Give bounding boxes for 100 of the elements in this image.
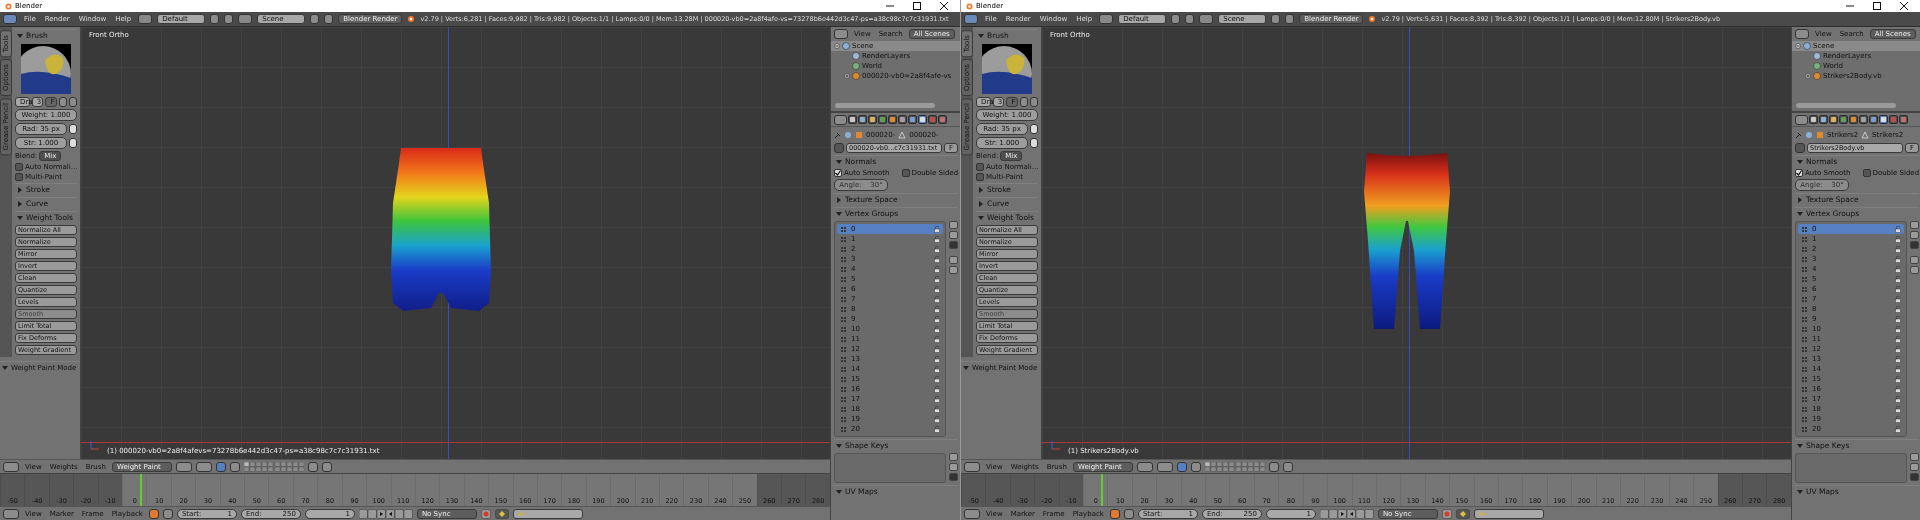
collapsed-triangle-icon[interactable]	[978, 186, 984, 193]
shading-button[interactable]	[175, 461, 192, 472]
properties-tab[interactable]	[898, 115, 907, 124]
collapsed-triangle-icon[interactable]	[1797, 196, 1803, 203]
preview-range-button[interactable]	[148, 508, 159, 519]
expanded-triangle-icon[interactable]	[836, 210, 842, 217]
properties-tab[interactable]	[848, 115, 857, 124]
lock-icon[interactable]	[934, 345, 940, 353]
checkbox[interactable]	[15, 163, 23, 171]
lock-icon[interactable]	[934, 315, 940, 323]
collapsed-triangle-icon[interactable]	[836, 196, 842, 203]
mesh-browse-button[interactable]	[1795, 143, 1805, 153]
properties-tab[interactable]	[1829, 115, 1838, 124]
pin-icon[interactable]	[1795, 131, 1802, 139]
add-button[interactable]	[1020, 97, 1028, 107]
lock-button[interactable]	[1268, 461, 1279, 472]
expanded-triangle-icon[interactable]	[978, 214, 984, 221]
checkbox[interactable]	[15, 173, 23, 181]
collapse-icon[interactable]	[834, 43, 840, 49]
lock-button[interactable]	[162, 508, 173, 519]
lock-icon[interactable]	[1895, 335, 1901, 343]
record-icon[interactable]	[1441, 508, 1452, 519]
checkbox[interactable]	[976, 173, 984, 181]
pivot-button[interactable]	[195, 461, 212, 472]
editor-type-button[interactable]	[834, 114, 847, 125]
current-frame-line[interactable]	[139, 474, 142, 506]
lock-icon[interactable]	[1895, 235, 1901, 243]
add-button[interactable]	[949, 221, 958, 229]
lock-icon[interactable]	[934, 355, 940, 363]
expanded-triangle-icon[interactable]	[2, 364, 8, 371]
lock-icon[interactable]	[934, 375, 940, 383]
lock-icon[interactable]	[934, 265, 940, 273]
menu-button[interactable]	[949, 241, 958, 249]
expanded-triangle-icon[interactable]	[978, 32, 984, 39]
lock-icon[interactable]	[934, 325, 940, 333]
editor-type-button[interactable]	[834, 29, 848, 39]
remove-button[interactable]	[1285, 14, 1295, 24]
properties-tab[interactable]	[908, 115, 917, 124]
lock-button[interactable]	[1123, 508, 1134, 519]
lock-icon[interactable]	[1895, 355, 1901, 363]
lock-icon[interactable]	[1895, 415, 1901, 423]
move-down-button[interactable]	[1910, 266, 1919, 274]
menu-button[interactable]	[1910, 241, 1919, 249]
lock-icon[interactable]	[934, 365, 940, 373]
expanded-triangle-icon[interactable]	[1797, 488, 1803, 495]
properties-tab[interactable]	[888, 115, 897, 124]
expanded-triangle-icon[interactable]	[17, 32, 23, 39]
checkbox[interactable]	[976, 163, 984, 171]
lock-icon[interactable]	[934, 395, 940, 403]
checkbox[interactable]	[834, 169, 842, 177]
lock-icon[interactable]	[934, 245, 940, 253]
playback-controls-icon[interactable]	[1319, 508, 1374, 519]
lock-icon[interactable]	[934, 385, 940, 393]
expanded-triangle-icon[interactable]	[17, 214, 23, 221]
mesh-browse-button[interactable]	[834, 143, 844, 153]
lock-icon[interactable]	[934, 405, 940, 413]
scene-icon[interactable]	[1199, 14, 1214, 24]
pin-icon[interactable]	[834, 131, 841, 139]
lock-icon[interactable]	[934, 275, 940, 283]
expanded-triangle-icon[interactable]	[1797, 158, 1803, 165]
properties-tab[interactable]	[1859, 115, 1868, 124]
layer-grid-icon[interactable]	[1204, 461, 1265, 472]
playback-controls-icon[interactable]	[358, 508, 413, 519]
remove-button[interactable]	[224, 14, 234, 24]
editor-type-button[interactable]	[1795, 29, 1809, 39]
lock-button[interactable]	[307, 461, 318, 472]
expanded-triangle-icon[interactable]	[1797, 210, 1803, 217]
properties-tab[interactable]	[1809, 115, 1818, 124]
properties-tab[interactable]	[868, 115, 877, 124]
editor-type-button[interactable]	[3, 14, 17, 24]
layout-icon[interactable]	[1099, 14, 1114, 24]
collapsed-triangle-icon[interactable]	[978, 200, 984, 207]
editor-type-button[interactable]	[3, 461, 19, 472]
lock-icon[interactable]	[1895, 315, 1901, 323]
properties-tab[interactable]	[858, 115, 867, 124]
lock-icon[interactable]	[1895, 325, 1901, 333]
collapsed-triangle-icon[interactable]	[17, 200, 23, 207]
scene-icon[interactable]	[238, 14, 253, 24]
lock-icon[interactable]	[1895, 265, 1901, 273]
expanded-triangle-icon[interactable]	[963, 364, 969, 371]
lock-icon[interactable]	[1895, 345, 1901, 353]
lock-icon[interactable]	[1895, 285, 1901, 293]
lock-icon[interactable]	[934, 415, 940, 423]
record-icon[interactable]	[480, 508, 491, 519]
preview-range-button[interactable]	[1109, 508, 1120, 519]
expanded-triangle-icon[interactable]	[836, 158, 842, 165]
add-button[interactable]	[210, 14, 220, 24]
keying-set-field[interactable]	[512, 508, 583, 519]
expanded-triangle-icon[interactable]	[1797, 442, 1803, 449]
expanded-triangle-icon[interactable]	[836, 488, 842, 495]
lock-icon[interactable]	[934, 235, 940, 243]
editor-type-button[interactable]	[3, 508, 19, 519]
collapse-icon[interactable]	[1795, 43, 1801, 49]
lock-icon[interactable]	[1895, 375, 1901, 383]
properties-tab[interactable]	[918, 115, 927, 124]
lock-icon[interactable]	[934, 295, 940, 303]
pivot-button[interactable]	[1156, 461, 1173, 472]
keyframe-icon[interactable]	[1455, 508, 1470, 519]
keying-set-field[interactable]	[1473, 508, 1544, 519]
layer-grid-icon[interactable]	[243, 461, 304, 472]
